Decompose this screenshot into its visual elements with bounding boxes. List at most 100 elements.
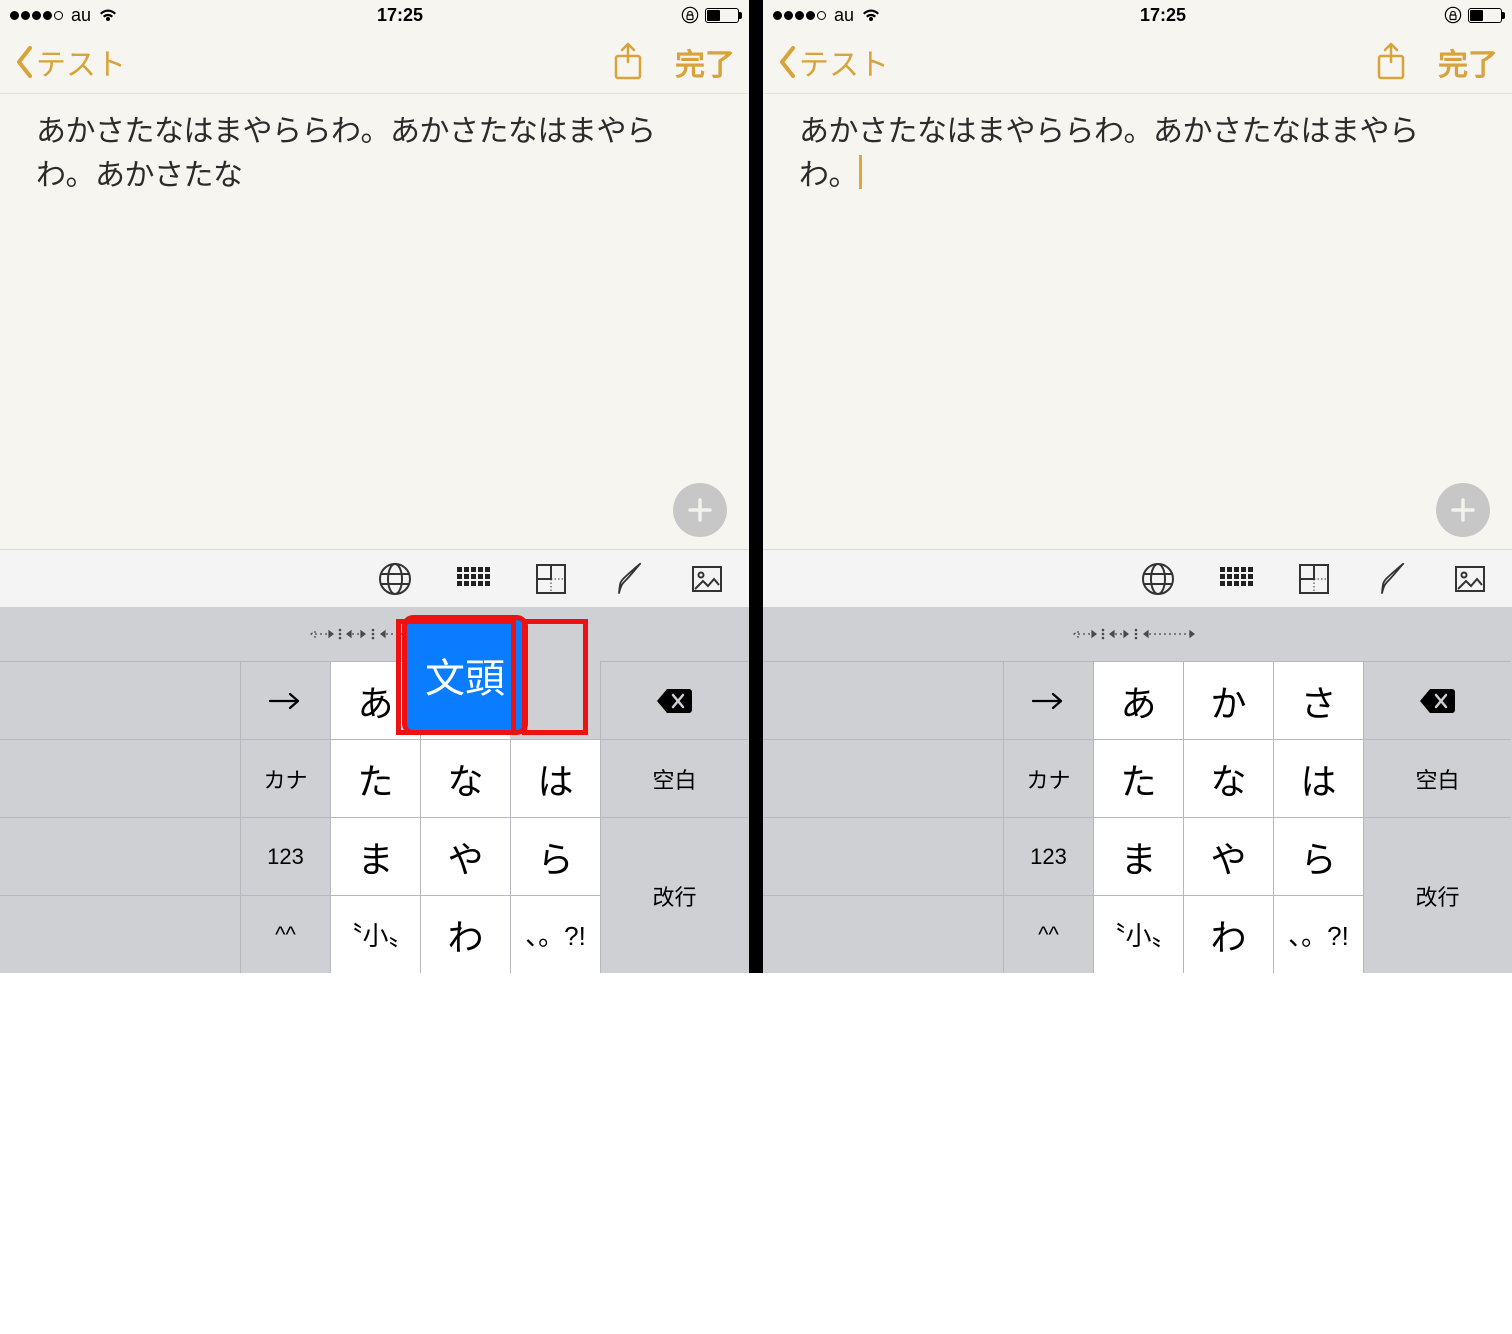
kbd-left-spacer	[0, 739, 240, 817]
key-123[interactable]: 123	[1003, 817, 1093, 895]
key-a[interactable]: あ	[1093, 661, 1183, 739]
brush-icon	[1374, 561, 1410, 597]
key-ra[interactable]: ら	[1273, 817, 1363, 895]
grid-button[interactable]	[453, 559, 493, 599]
key-kana[interactable]: カナ	[240, 739, 330, 817]
brush-button[interactable]	[609, 559, 649, 599]
image-button[interactable]	[1450, 559, 1490, 599]
arrow-right-icon	[1029, 690, 1069, 712]
globe-button[interactable]	[375, 559, 415, 599]
key-kaomoji[interactable]: ^^	[240, 895, 330, 973]
key-small[interactable]: 〝小〟	[1093, 895, 1183, 973]
flick-button[interactable]	[531, 559, 571, 599]
key-return[interactable]: 改行	[600, 817, 748, 973]
image-icon	[689, 561, 725, 597]
chevron-left-icon	[777, 45, 799, 79]
key-ya[interactable]: や	[420, 817, 510, 895]
key-sa[interactable]: さ	[1273, 661, 1363, 739]
image-button[interactable]	[687, 559, 727, 599]
phone-left: au 17:25 テスト 完了 あかさたなはまやららわ。あかさたなはまやらわ。あ…	[0, 0, 749, 973]
battery-icon	[1468, 8, 1502, 23]
kbd-toolbar	[763, 549, 1512, 607]
key-ha[interactable]: は	[1273, 739, 1363, 817]
add-button[interactable]	[673, 483, 727, 537]
battery-icon	[705, 8, 739, 23]
key-delete[interactable]	[600, 661, 748, 739]
brush-button[interactable]	[1372, 559, 1412, 599]
key-space[interactable]: 空白	[600, 739, 748, 817]
key-ka[interactable]: 文頭	[420, 661, 510, 739]
back-button[interactable]: テスト	[14, 40, 126, 84]
note-text: あかさたなはまやららわ。あかさたなはまやらわ。あかさたな	[36, 115, 656, 192]
kbd-toolbar	[0, 549, 749, 607]
key-small[interactable]: 〝小〟	[330, 895, 420, 973]
grid-icon	[455, 561, 491, 597]
key-kaomoji[interactable]: ^^	[1003, 895, 1093, 973]
key-ha[interactable]: は	[510, 739, 600, 817]
key-wa[interactable]: わ	[420, 895, 510, 973]
key-arrow[interactable]	[1003, 661, 1093, 739]
share-icon[interactable]	[1374, 42, 1408, 82]
key-punct[interactable]: 、。?!	[510, 895, 600, 973]
key-ta[interactable]: た	[330, 739, 420, 817]
key-ma[interactable]: ま	[330, 817, 420, 895]
note-text: あかさたなはまやららわ。あかさたなはまやらわ。	[799, 115, 1419, 192]
key-ra[interactable]: ら	[510, 817, 600, 895]
globe-icon	[1140, 561, 1176, 597]
add-button[interactable]	[1436, 483, 1490, 537]
nav-bar: テスト 完了	[0, 30, 749, 94]
keyboard: あ 文頭 さ カナ た な は 空白 123 ま や ら 改行	[0, 661, 749, 973]
key-punct[interactable]: 、。?!	[1273, 895, 1363, 973]
grid-icon	[1218, 561, 1254, 597]
chevron-left-icon	[14, 45, 36, 79]
key-na[interactable]: な	[1183, 739, 1273, 817]
key-ma[interactable]: ま	[1093, 817, 1183, 895]
arrow-right-icon	[266, 690, 306, 712]
note-body[interactable]: あかさたなはまやららわ。あかさたなはまやらわ。	[763, 94, 1512, 549]
kbd-left-spacer	[763, 739, 1003, 817]
note-body[interactable]: あかさたなはまやららわ。あかさたなはまやらわ。あかさたな	[0, 94, 749, 549]
delete-icon	[1418, 686, 1458, 716]
done-button[interactable]: 完了	[1438, 40, 1498, 84]
grid-button[interactable]	[1216, 559, 1256, 599]
flick-popup: 文頭	[407, 620, 523, 730]
phone-right: au 17:25 テスト 完了 あかさたなはまやららわ。あかさたなはまやらわ。	[763, 0, 1512, 973]
globe-icon	[377, 561, 413, 597]
text-caret	[859, 155, 862, 189]
share-icon[interactable]	[611, 42, 645, 82]
key-ka[interactable]: か	[1183, 661, 1273, 739]
flick-button[interactable]	[1294, 559, 1334, 599]
kbd-left-spacer	[0, 817, 240, 895]
key-wa[interactable]: わ	[1183, 895, 1273, 973]
image-icon	[1452, 561, 1488, 597]
back-label: テスト	[36, 40, 126, 84]
gesture-bar[interactable]	[0, 607, 749, 661]
globe-button[interactable]	[1138, 559, 1178, 599]
key-arrow[interactable]	[240, 661, 330, 739]
clock: 17:25	[119, 5, 681, 26]
plus-icon	[1449, 496, 1477, 524]
key-ta[interactable]: た	[1093, 739, 1183, 817]
signal-dots-icon	[10, 11, 63, 20]
orientation-lock-icon	[681, 6, 699, 24]
brush-icon	[611, 561, 647, 597]
back-label: テスト	[799, 40, 889, 84]
carrier-label: au	[834, 5, 854, 26]
kbd-left-spacer	[0, 895, 240, 973]
wifi-icon	[97, 7, 119, 23]
key-na[interactable]: な	[420, 739, 510, 817]
kbd-left-spacer	[0, 661, 240, 739]
clock: 17:25	[882, 5, 1444, 26]
key-ya[interactable]: や	[1183, 817, 1273, 895]
key-space[interactable]: 空白	[1363, 739, 1511, 817]
key-kana[interactable]: カナ	[1003, 739, 1093, 817]
done-button[interactable]: 完了	[675, 40, 735, 84]
gesture-bar[interactable]	[763, 607, 1512, 661]
kbd-left-spacer	[763, 661, 1003, 739]
key-return[interactable]: 改行	[1363, 817, 1511, 973]
back-button[interactable]: テスト	[777, 40, 889, 84]
key-delete[interactable]	[1363, 661, 1511, 739]
key-123[interactable]: 123	[240, 817, 330, 895]
flick-icon	[1296, 561, 1332, 597]
wifi-icon	[860, 7, 882, 23]
